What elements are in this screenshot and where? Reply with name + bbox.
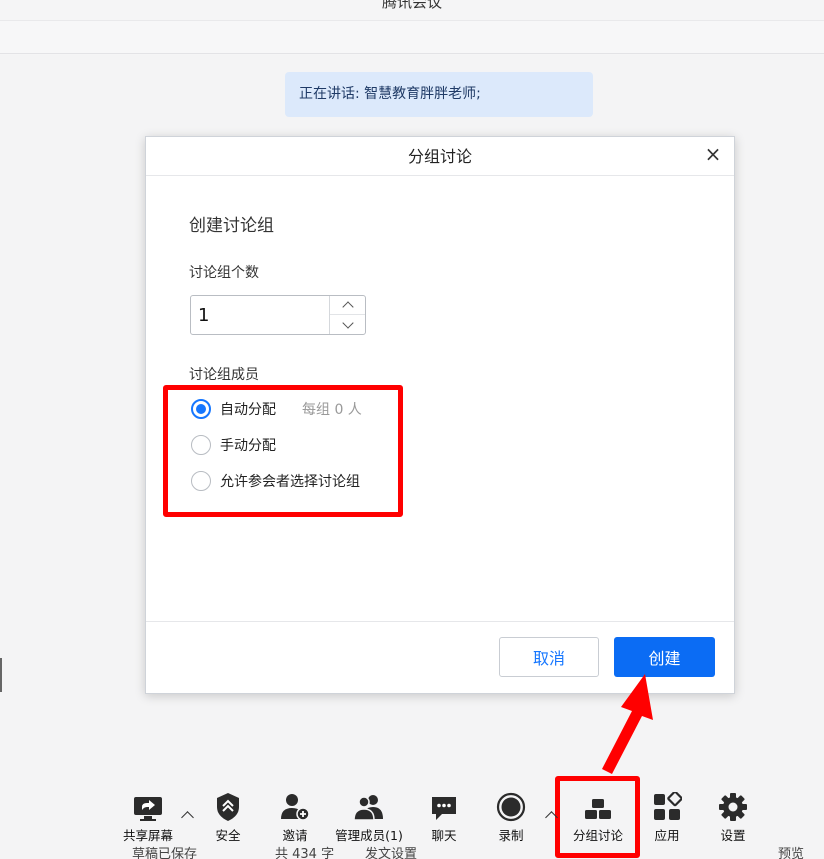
annotation-arrow [602, 674, 653, 774]
toolbar-label: 共享屏幕 [122, 828, 173, 843]
toolbar-label: 录制 [498, 828, 524, 843]
cancel-button[interactable]: 取消 [499, 637, 599, 677]
toolbar-label: 分组讨论 [572, 828, 623, 843]
stepper-buttons [329, 296, 365, 334]
toolbar-security[interactable]: 安全 [206, 790, 250, 844]
group-count-label: 讨论组个数 [189, 265, 259, 281]
members-icon [353, 790, 385, 822]
annotation-highlight-options [163, 385, 403, 517]
increment-button[interactable] [330, 296, 365, 315]
record-icon [496, 790, 526, 822]
group-members-label: 讨论组成员 [189, 367, 259, 383]
dialog-title: 分组讨论 [407, 147, 472, 166]
toolbar-label: 聊天 [431, 828, 457, 843]
background-editor-statusbar: 草稿已保存 共 434 字 发文设置 预览 [0, 845, 824, 859]
publish-settings-link[interactable]: 发文设置 [365, 845, 417, 859]
dialog-header: 分组讨论 × [146, 137, 734, 176]
preview-button[interactable]: 预览 [778, 845, 804, 859]
breakout-icon [583, 790, 613, 822]
meeting-toolbar: 共享屏幕 安全 邀请 管理成员(1) 聊天 录制 分组讨论 应用 设置 [0, 790, 824, 844]
toolbar-label: 设置 [720, 828, 746, 843]
close-icon[interactable]: × [702, 141, 724, 167]
group-count-stepper[interactable] [190, 295, 366, 335]
toolbar-record[interactable]: 录制 [489, 790, 533, 844]
apps-icon [652, 790, 682, 822]
share-screen-icon [132, 790, 164, 822]
chat-icon [429, 790, 459, 822]
meeting-top-band [0, 20, 824, 54]
toolbar-label: 管理成员(1) [335, 828, 403, 843]
toolbar-apps[interactable]: 应用 [645, 790, 689, 844]
toolbar-label: 安全 [215, 828, 241, 843]
chevron-down-icon [341, 316, 354, 329]
toolbar-breakout[interactable]: 分组讨论 [567, 790, 629, 844]
gear-icon [718, 790, 748, 822]
toolbar-label: 邀请 [282, 828, 308, 843]
section-title: 创建讨论组 [189, 216, 274, 236]
invite-user-icon [280, 790, 310, 822]
toolbar-share-screen[interactable]: 共享屏幕 [118, 790, 178, 844]
toolbar-chat[interactable]: 聊天 [422, 790, 466, 844]
window-title: 腾讯会议 [381, 0, 442, 11]
left-edge-handle [0, 658, 2, 692]
toolbar-label: 应用 [654, 828, 680, 843]
decrement-button[interactable] [330, 315, 365, 334]
shield-icon [215, 790, 241, 822]
toolbar-settings[interactable]: 设置 [711, 790, 755, 844]
chevron-up-icon [341, 301, 354, 313]
draft-saved-status: 草稿已保存 [132, 847, 198, 859]
toolbar-invite[interactable]: 邀请 [273, 790, 317, 844]
word-count: 共 434 字 [275, 847, 335, 859]
group-count-input[interactable] [191, 296, 329, 334]
title-bar: 腾讯会议 [0, 0, 824, 20]
toolbar-manage-members[interactable]: 管理成员(1) [333, 790, 405, 844]
speaking-indicator: 正在讲话: 智慧教育胖胖老师; [285, 72, 593, 117]
